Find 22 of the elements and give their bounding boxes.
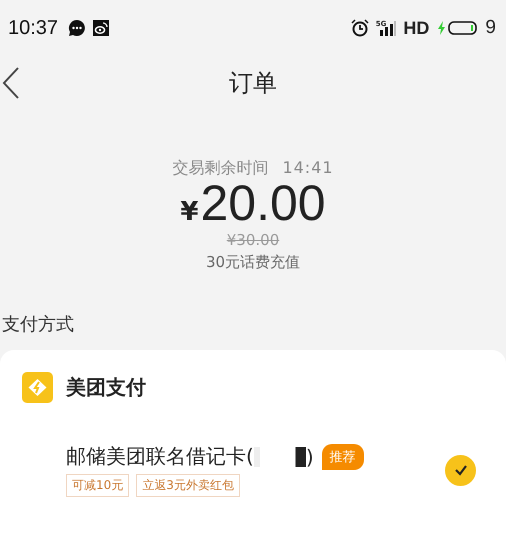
clock-time: 10:37 [8, 16, 58, 40]
alarm-icon [350, 19, 369, 37]
card-name-end: ) [306, 444, 314, 468]
original-price: ¥30.00 [226, 231, 280, 249]
page-title: 订单 [229, 68, 277, 99]
battery-level: 9 [485, 17, 496, 39]
app-notification-icon [93, 20, 110, 36]
currency-symbol: ¥ [180, 197, 198, 227]
card-name: 邮储美团联名借记卡( [66, 443, 254, 470]
section-title: 支付方式 [1, 313, 75, 336]
promo-tag: 立返3元外卖红包 [136, 474, 240, 497]
back-button[interactable] [2, 66, 20, 100]
check-icon[interactable] [445, 454, 476, 486]
recommend-badge: 推荐 [322, 444, 364, 470]
wallet-logo-icon [22, 372, 53, 403]
promo-tag: 可减10元 [66, 474, 130, 497]
payment-option[interactable]: 邮储美团联名借记卡( ) 推荐 可减10元 立返3元外卖红包 [22, 443, 506, 497]
battery-charging-icon [436, 20, 478, 36]
order-description: 30元话费充值 [206, 253, 300, 272]
chat-bubble-icon [68, 19, 86, 37]
provider-name: 美团支付 [66, 374, 146, 401]
hd-label: HD [403, 18, 430, 38]
